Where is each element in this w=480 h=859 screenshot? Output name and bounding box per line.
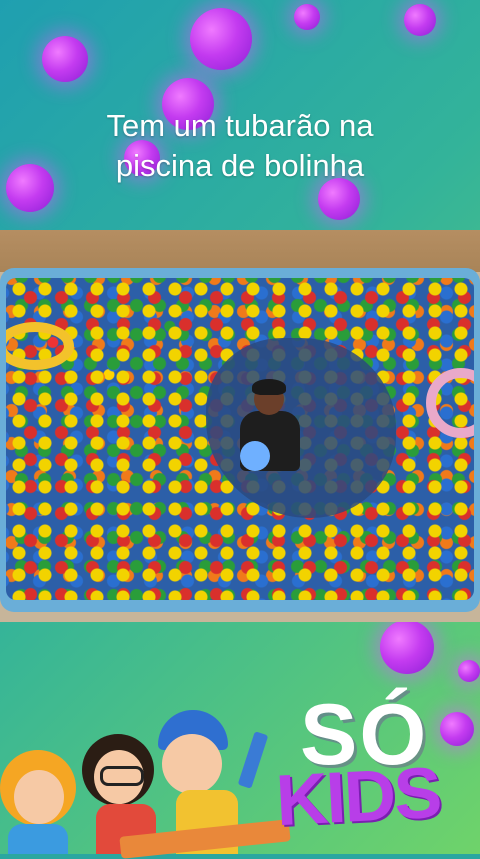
so-kids-logo: SÓ KIDS (270, 686, 470, 841)
bubble-decoration (380, 620, 434, 674)
kid-face (162, 734, 222, 794)
kids-cartoon-illustration (0, 700, 300, 859)
pool-water (6, 278, 474, 600)
kid-face (14, 770, 64, 824)
kid-glasses (100, 766, 144, 786)
bubble-decoration (404, 4, 436, 36)
shark-hand-prop (240, 441, 270, 471)
bubble-decoration (42, 36, 88, 82)
bubble-decoration (458, 660, 480, 682)
ball-pool (0, 268, 480, 612)
wooden-floor (0, 230, 480, 272)
logo-kids-text: KIDS (274, 752, 443, 842)
caption-line-2: piscina de bolinha (115, 148, 365, 184)
kid-body-blue (8, 824, 68, 854)
caption-line-1: Tem um tubarão na (106, 108, 374, 143)
bubble-decoration (294, 4, 320, 30)
person-in-pool (234, 379, 304, 473)
bubble-decoration (190, 8, 252, 70)
video-caption: Tem um tubarão na piscina de bolinha (0, 106, 480, 187)
pencil-icon (237, 731, 269, 789)
person-hair (252, 379, 286, 395)
video-frame[interactable] (0, 230, 480, 622)
